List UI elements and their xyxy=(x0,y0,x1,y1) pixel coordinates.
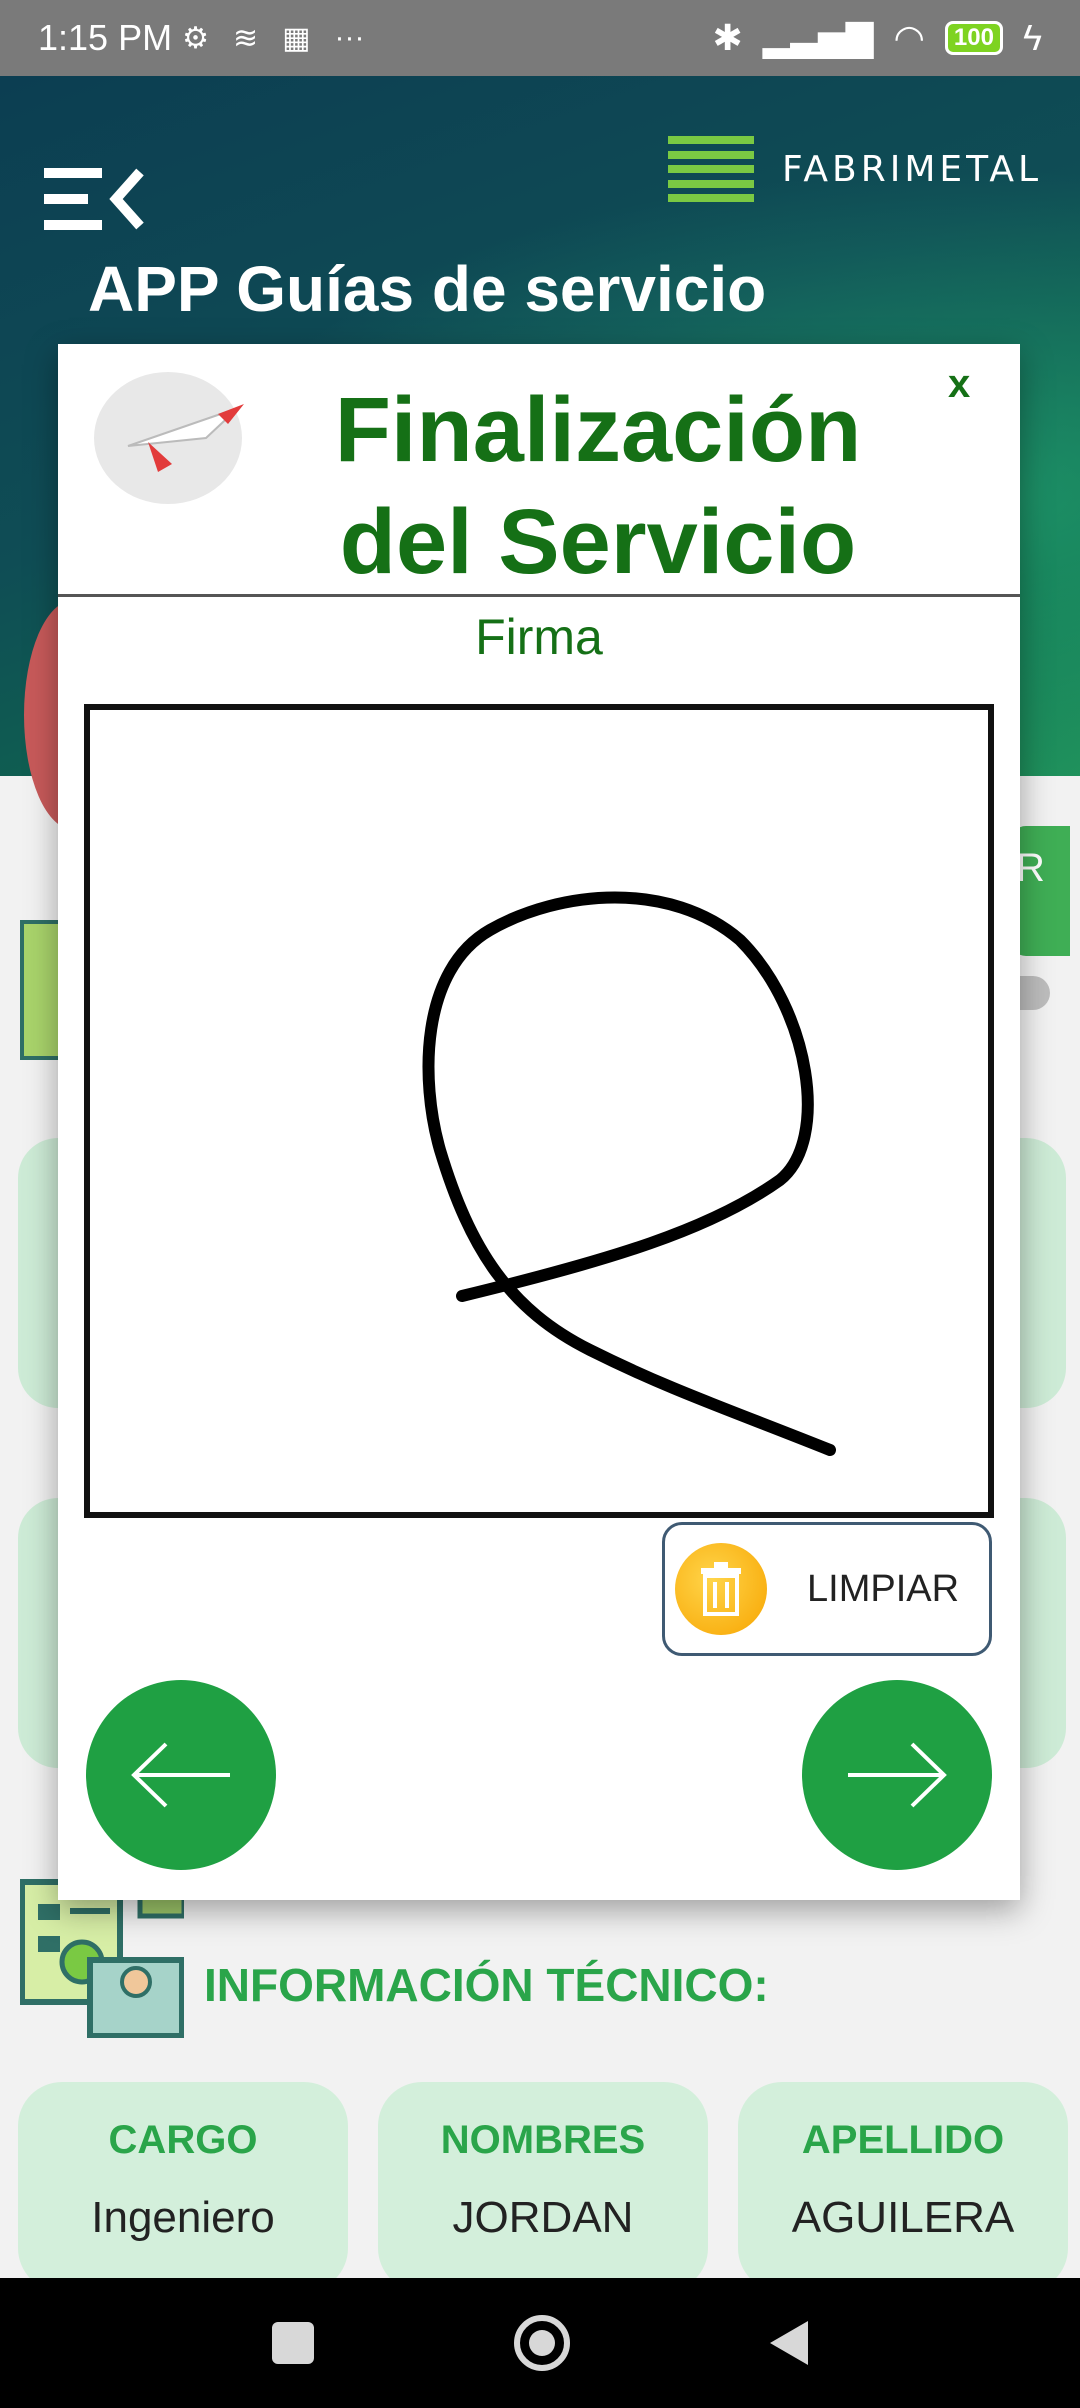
layers-icon: ≋ xyxy=(232,21,259,55)
signature-label: Firma xyxy=(475,609,603,665)
info-card-apellido: APELLIDO AGUILERA xyxy=(738,2082,1068,2292)
wifi-icon: ◠ xyxy=(893,17,925,58)
status-bar: 1:15 PM ⚙ ≋ ▦ ··· ✱ ▂▃▅▇ ◠ 100 ϟ xyxy=(0,0,1080,76)
arrow-right-icon xyxy=(848,1742,947,1808)
system-icons: ✱ ▂▃▅▇ ◠ 100 ϟ xyxy=(713,17,1042,59)
info-card-nombres: NOMBRES JORDAN xyxy=(378,2082,708,2292)
system-nav-bar xyxy=(0,2278,1080,2408)
more-icon: ··· xyxy=(334,21,365,54)
back-step-button[interactable] xyxy=(86,1680,276,1870)
back-button[interactable] xyxy=(770,2321,808,2365)
divider xyxy=(58,594,1020,597)
info-card-label: CARGO xyxy=(108,2118,258,2162)
info-card-value: JORDAN xyxy=(452,2193,634,2242)
info-card-label: APELLIDO xyxy=(801,2118,1005,2162)
signal-icon: ▂▃▅▇ xyxy=(762,17,874,58)
info-card-cargo: CARGO Ingeniero xyxy=(18,2082,348,2292)
signature-canvas[interactable] xyxy=(84,704,994,1518)
clear-signature-button[interactable]: LIMPIAR xyxy=(662,1522,992,1656)
clear-button-label: LIMPIAR xyxy=(807,1567,960,1610)
recents-button[interactable] xyxy=(272,2322,314,2364)
signature-stroke xyxy=(422,891,836,1456)
dialog-title-line1: Finalización xyxy=(334,379,862,481)
clock: 1:15 PM xyxy=(38,17,173,58)
section-title: INFORMACIÓN TÉCNICO: xyxy=(204,1959,769,2011)
brand-name: FABRIMETAL xyxy=(782,148,1043,190)
charging-icon: ϟ xyxy=(1022,17,1042,58)
finalization-dialog: Finalización del Servicio x Firma LIMPIA… xyxy=(58,344,1020,1900)
info-card-value: Ingeniero xyxy=(91,2193,275,2242)
arrow-left-icon xyxy=(131,1742,230,1808)
rocket-logo-icon xyxy=(94,372,244,504)
menu-collapse-icon[interactable] xyxy=(44,164,144,234)
info-card-label: NOMBRES xyxy=(440,2118,646,2162)
bluetooth-icon: ✱ xyxy=(712,17,743,58)
dialog-title-line2: del Servicio xyxy=(339,491,857,593)
settings-icon: ⚙ xyxy=(182,21,209,55)
app-title: APP Guías de servicio xyxy=(88,253,767,325)
home-button[interactable] xyxy=(514,2315,570,2371)
brand-logo-icon xyxy=(668,136,754,202)
calendar-icon: ▦ xyxy=(282,21,311,55)
trash-icon xyxy=(675,1543,767,1635)
brand: FABRIMETAL xyxy=(668,136,1042,202)
close-button[interactable]: x xyxy=(948,362,970,407)
battery-icon: 100 xyxy=(944,21,1003,55)
dialog-title: Finalización del Servicio xyxy=(238,374,958,598)
next-step-button[interactable] xyxy=(802,1680,992,1870)
technician-cards: CARGO Ingeniero NOMBRES JORDAN APELLIDO … xyxy=(18,2082,1068,2292)
info-card-value: AGUILERA xyxy=(791,2193,1015,2242)
notification-icons: ⚙ ≋ ▦ ··· xyxy=(182,21,364,56)
